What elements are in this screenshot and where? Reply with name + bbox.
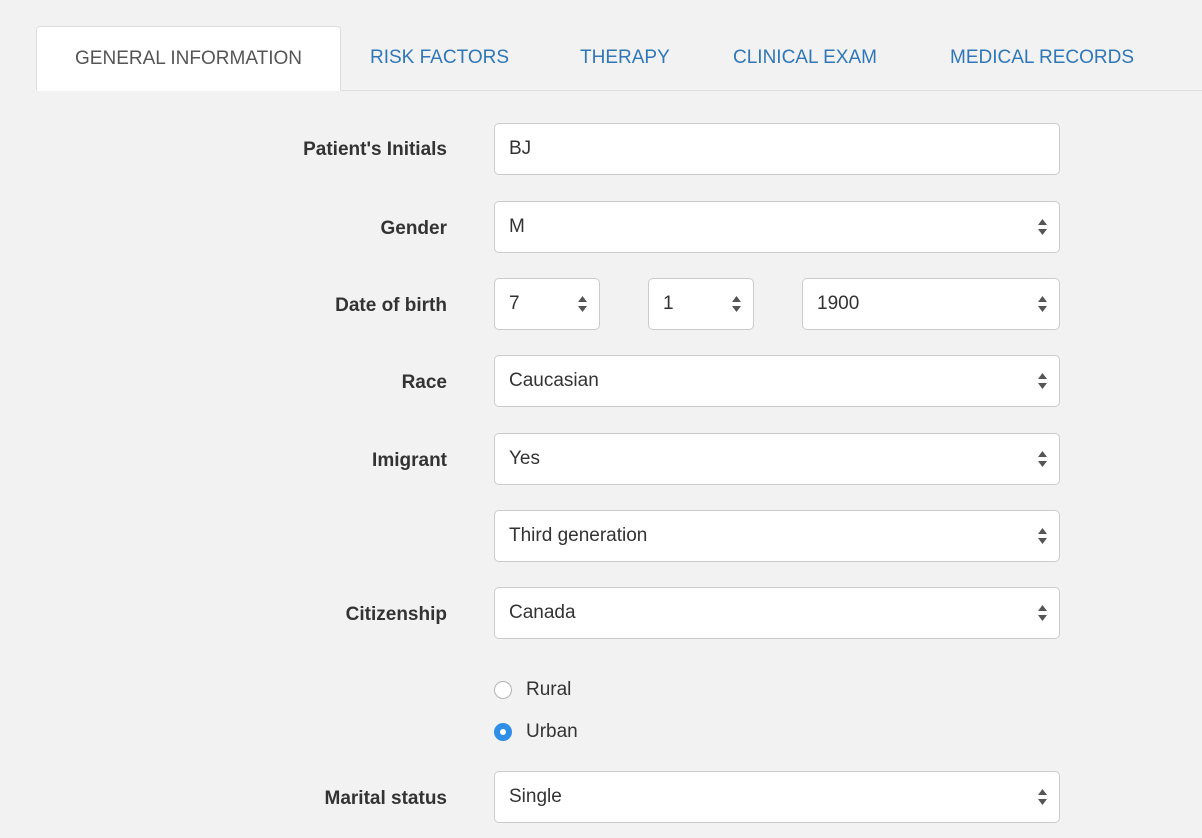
dob-label: Date of birth: [335, 295, 447, 316]
dob-month-select[interactable]: 7: [494, 278, 600, 330]
dob-day-value: 1: [663, 293, 674, 314]
radio-unchecked-icon[interactable]: [494, 681, 512, 699]
initials-input[interactable]: BJ: [494, 123, 1060, 175]
dob-year-select[interactable]: 1900: [802, 278, 1060, 330]
initials-label: Patient's Initials: [303, 139, 447, 160]
marital-status-select[interactable]: Single: [494, 771, 1060, 823]
updown-arrows-icon: [1038, 219, 1047, 235]
updown-arrows-icon: [1038, 373, 1047, 389]
citizenship-label: Citizenship: [345, 604, 447, 625]
immigrant-generation-value: Third generation: [509, 525, 648, 546]
tab-bar: GENERAL INFORMATION RISK FACTORS THERAPY…: [0, 0, 1202, 91]
citizenship-select[interactable]: Canada: [494, 587, 1060, 639]
dob-day-select[interactable]: 1: [648, 278, 754, 330]
marital-status-value: Single: [509, 786, 562, 807]
immigrant-value: Yes: [509, 448, 540, 469]
updown-arrows-icon: [1038, 605, 1047, 621]
dob-month-value: 7: [509, 293, 520, 314]
immigrant-label: Imigrant: [372, 450, 447, 471]
updown-arrows-icon: [1038, 296, 1047, 312]
race-label: Race: [401, 372, 447, 393]
updown-arrows-icon: [1038, 789, 1047, 805]
immigrant-select[interactable]: Yes: [494, 433, 1060, 485]
tab-clinical-exam[interactable]: CLINICAL EXAM: [733, 26, 877, 90]
tab-risk-factors[interactable]: RISK FACTORS: [370, 26, 509, 90]
gender-label: Gender: [380, 218, 447, 239]
marital-status-label: Marital status: [324, 788, 447, 809]
immigrant-generation-select[interactable]: Third generation: [494, 510, 1060, 562]
radio-checked-icon[interactable]: [494, 723, 512, 741]
citizenship-value: Canada: [509, 602, 576, 623]
race-value: Caucasian: [509, 370, 599, 391]
race-select[interactable]: Caucasian: [494, 355, 1060, 407]
dob-year-value: 1900: [817, 293, 860, 314]
tab-medical-records[interactable]: MEDICAL RECORDS: [950, 26, 1134, 90]
radio-urban-label: Urban: [526, 721, 578, 742]
updown-arrows-icon: [1038, 451, 1047, 467]
updown-arrows-icon: [1038, 528, 1047, 544]
initials-value: BJ: [509, 138, 532, 159]
updown-arrows-icon: [732, 296, 741, 312]
gender-select[interactable]: M: [494, 201, 1060, 253]
gender-value: M: [509, 216, 525, 237]
tab-therapy[interactable]: THERAPY: [580, 26, 670, 90]
tab-general-information[interactable]: GENERAL INFORMATION: [36, 26, 341, 91]
patient-form-page: GENERAL INFORMATION RISK FACTORS THERAPY…: [0, 0, 1202, 838]
radio-rural-label: Rural: [526, 679, 572, 700]
updown-arrows-icon: [578, 296, 587, 312]
